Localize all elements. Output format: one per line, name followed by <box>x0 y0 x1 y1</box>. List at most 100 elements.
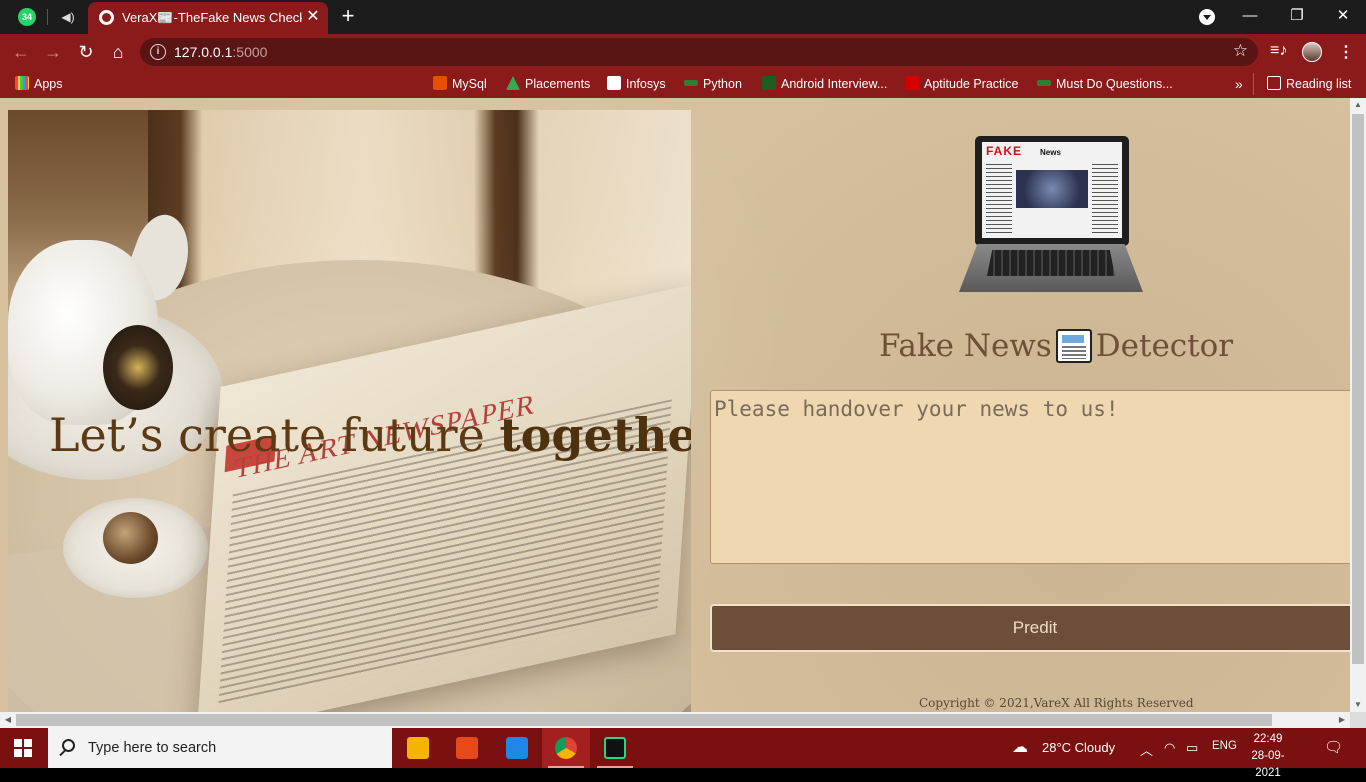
bookmark-star-icon[interactable]: ☆ <box>1233 41 1248 61</box>
hero-headline: Let’s create future together <box>49 408 691 462</box>
new-tab-button[interactable]: + <box>338 4 358 28</box>
mysql-icon <box>433 76 447 90</box>
search-placeholder: Type here to search <box>88 740 217 756</box>
minimize-button[interactable]: — <box>1232 4 1268 28</box>
bookmark-must-do-questions[interactable]: Must Do Questions... <box>1037 76 1173 92</box>
gfg-icon <box>1037 80 1051 86</box>
close-tab-icon[interactable]: ✕ <box>304 8 322 26</box>
scroll-down-arrow-icon[interactable]: ▼ <box>1350 698 1366 712</box>
weather-text[interactable]: 28°C Cloudy <box>1042 740 1115 755</box>
reload-icon[interactable]: ↻ <box>75 41 97 63</box>
apps-grid-icon <box>15 76 29 90</box>
truffle-graphic <box>103 512 158 564</box>
battery-icon[interactable]: ▭ <box>1186 740 1198 756</box>
teapot-emblem-graphic <box>103 325 173 410</box>
infosys-icon <box>607 76 621 90</box>
taskbar-search-box[interactable]: Type here to search <box>48 728 392 768</box>
windows-taskbar: Type here to search ☁ 28°C Cloudy ︿ ◠ ▭ … <box>0 728 1366 779</box>
home-icon[interactable]: ⌂ <box>107 41 129 63</box>
web-page: THE ART NEWSPAPER Let’s create future to… <box>0 98 1366 728</box>
close-window-button[interactable]: ✕ <box>1325 4 1361 28</box>
chart-icon <box>762 76 776 90</box>
cloud-weather-icon[interactable]: ☁ <box>1012 737 1028 757</box>
url-host: 127.0.0.1 <box>174 44 233 60</box>
folder-icon <box>407 737 429 759</box>
bookmark-mysql[interactable]: MySql <box>433 76 487 92</box>
speaker-icon[interactable]: ◀) <box>60 9 76 25</box>
laptop-lid: FAKE News <box>975 136 1129 246</box>
back-arrow-icon[interactable]: ← <box>10 41 32 63</box>
vertical-scroll-thumb[interactable] <box>1352 114 1364 664</box>
laptop-logo: FAKE News <box>959 136 1143 296</box>
bookmark-infosys[interactable]: Infosys <box>607 76 666 92</box>
show-hidden-icons-chevron[interactable]: ︿ <box>1140 740 1153 759</box>
profile-avatar[interactable] <box>1302 42 1322 62</box>
language-indicator[interactable]: ENG <box>1212 740 1237 752</box>
browser-tab-strip: 34 ◀) VeraX📰-TheFake News Checker ✕ + — … <box>0 0 1366 34</box>
reading-list-icon <box>1267 76 1281 90</box>
address-url[interactable]: 127.0.0.1:5000 <box>174 44 267 60</box>
news-input[interactable] <box>710 390 1360 564</box>
horizontal-scrollbar[interactable]: ◀ ▶ <box>0 712 1350 728</box>
url-port: :5000 <box>232 44 268 60</box>
laptop-news-text: News <box>1040 148 1061 157</box>
media-queue-icon[interactable]: ≡♪ <box>1270 42 1287 60</box>
scroll-up-arrow-icon[interactable]: ▲ <box>1350 98 1366 112</box>
file-explorer-task[interactable] <box>394 728 442 768</box>
bookmark-label: Python <box>703 77 742 91</box>
predict-button[interactable]: Predit <box>710 604 1360 652</box>
laptop-keyboard <box>987 250 1115 276</box>
forward-arrow-icon[interactable]: → <box>42 41 64 63</box>
bookmark-placements[interactable]: Placements <box>506 76 590 92</box>
tab-search-icon[interactable] <box>1199 9 1215 25</box>
windows-start-icon[interactable] <box>14 739 32 757</box>
pycharm-task[interactable] <box>591 728 639 768</box>
restore-button[interactable]: ❐ <box>1279 4 1315 28</box>
active-tab[interactable]: VeraX📰-TheFake News Checker ✕ <box>88 2 328 34</box>
hero-image: THE ART NEWSPAPER Let’s create future to… <box>8 110 691 712</box>
bookmark-label: Placements <box>525 77 591 91</box>
address-bar[interactable]: i 127.0.0.1:5000 ☆ <box>140 38 1258 66</box>
whatsapp-pinned-tab-icon[interactable]: 34 <box>18 8 36 26</box>
drive-icon <box>506 76 520 90</box>
notification-icon[interactable]: 🗨 <box>1324 738 1343 756</box>
reading-list-label: Reading list <box>1286 77 1352 91</box>
bookmark-label: Infosys <box>626 77 666 91</box>
bookmark-apps[interactable]: Apps <box>15 76 63 92</box>
more-menu-icon[interactable]: ⋮ <box>1338 42 1354 62</box>
scroll-right-arrow-icon[interactable]: ▶ <box>1334 712 1350 728</box>
horizontal-scroll-thumb[interactable] <box>16 714 1272 726</box>
bookmark-python[interactable]: Python <box>684 76 742 92</box>
office-task[interactable] <box>443 728 491 768</box>
scrollbar-corner <box>1350 712 1366 728</box>
laptop-column-right <box>1092 164 1118 234</box>
gfg-icon <box>684 80 698 86</box>
more-bookmarks-chevron[interactable]: » <box>1235 76 1243 92</box>
copyright-text: Copyright © 2021,VareX All Rights Reserv… <box>919 696 1194 710</box>
wifi-icon[interactable]: ◠ <box>1164 740 1175 756</box>
office-icon <box>456 737 478 759</box>
hero-headline-normal: Let’s create future <box>49 408 500 462</box>
scroll-left-arrow-icon[interactable]: ◀ <box>0 712 16 728</box>
tab-separator <box>47 9 48 25</box>
mail-task[interactable] <box>493 728 541 768</box>
bookmark-label: Aptitude Practice <box>924 77 1019 91</box>
bookmark-label: MySql <box>452 77 487 91</box>
vertical-scrollbar[interactable]: ▲ ▼ <box>1350 98 1366 712</box>
bookmark-aptitude-practice[interactable]: Aptitude Practice <box>905 76 1019 92</box>
laptop-column-left <box>986 164 1012 234</box>
chrome-task[interactable] <box>542 728 590 768</box>
search-icon <box>62 739 75 752</box>
title-fake-news: Fake News <box>879 327 1052 364</box>
bookmark-label: Apps <box>34 77 63 91</box>
laptop-news-image <box>1016 170 1088 208</box>
tab-title: VeraX📰-TheFake News Checker <box>122 10 302 25</box>
pycharm-icon <box>604 737 626 759</box>
system-clock[interactable]: 22:49 28-09-2021 <box>1244 731 1292 782</box>
reading-list[interactable]: Reading list <box>1267 76 1351 92</box>
hero-headline-bold: together <box>499 408 691 462</box>
site-info-icon[interactable]: i <box>150 44 166 60</box>
bookmark-label: Android Interview... <box>781 77 888 91</box>
bookmark-android-interview[interactable]: Android Interview... <box>762 76 887 92</box>
title-detector: Detector <box>1095 327 1234 364</box>
